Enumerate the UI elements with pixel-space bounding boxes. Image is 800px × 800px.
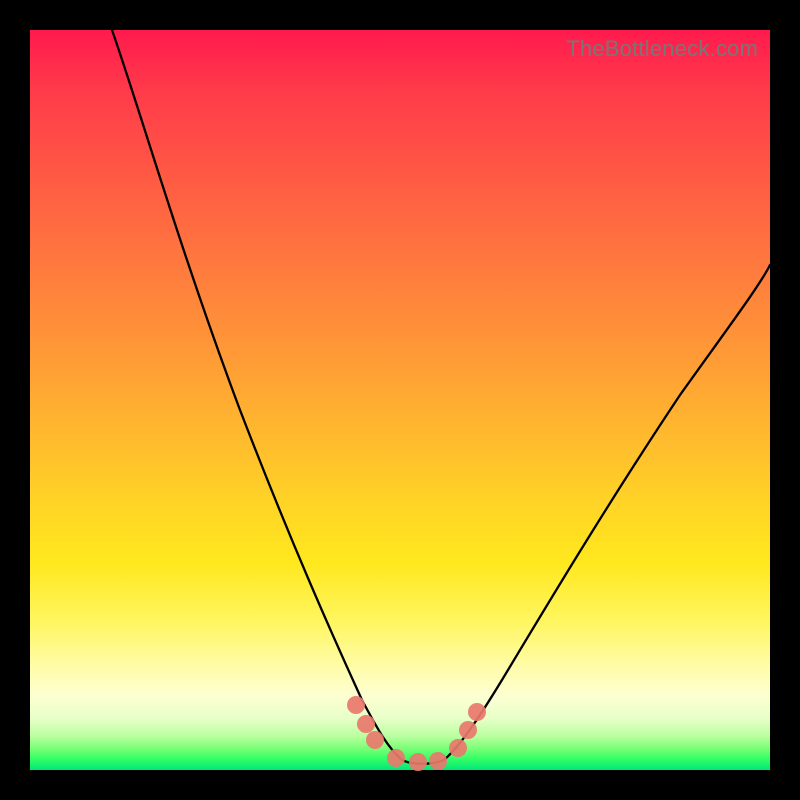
marker-dot (357, 715, 375, 733)
chart-svg (30, 30, 770, 770)
marker-dot (449, 739, 467, 757)
chart-plot-area: TheBottleneck.com (30, 30, 770, 770)
marker-dot (468, 703, 486, 721)
marker-dot (459, 721, 477, 739)
marker-dot (366, 731, 384, 749)
curve-right (444, 265, 770, 760)
marker-dot (429, 752, 447, 770)
marker-dot (347, 696, 365, 714)
marker-dot (409, 753, 427, 771)
chart-frame: TheBottleneck.com (0, 0, 800, 800)
marker-dot (387, 749, 405, 767)
curve-left (112, 30, 402, 760)
